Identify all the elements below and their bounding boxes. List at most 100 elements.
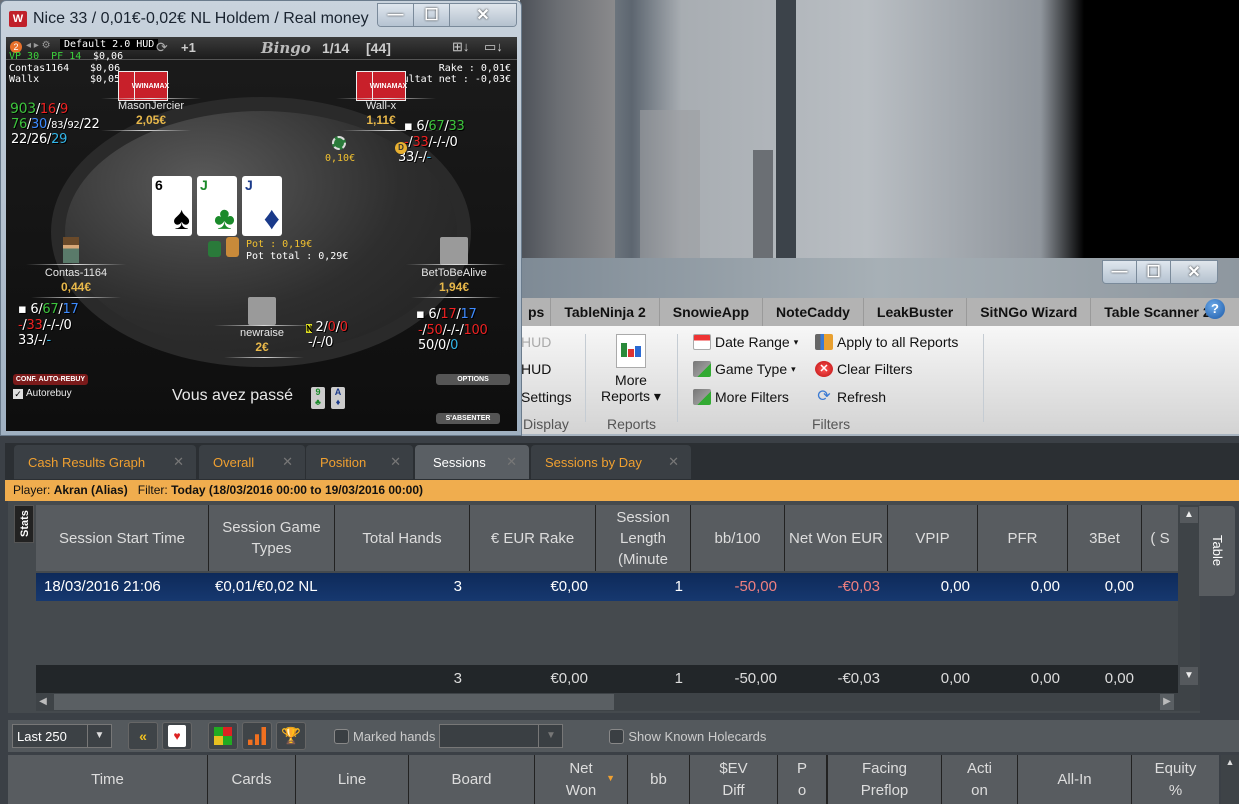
hud-stats[interactable]: 903/16/9 <box>10 101 68 117</box>
scroll-left-icon[interactable]: ◀ <box>36 694 50 710</box>
scroll-up-icon[interactable]: ▲ <box>1221 757 1239 767</box>
column-header[interactable]: Total Hands <box>335 505 470 571</box>
column-header[interactable]: PFR <box>978 505 1068 571</box>
hud-stats[interactable]: 33/-/- <box>18 333 51 348</box>
stats-side-tab[interactable]: Stats <box>14 505 34 543</box>
poker-close-button[interactable]: ✕ <box>450 4 516 26</box>
help-icon[interactable]: ? <box>1205 299 1225 319</box>
ribbon-settings-button[interactable]: Settings <box>521 389 572 405</box>
column-header[interactable]: bb <box>628 755 690 804</box>
scroll-down-icon[interactable]: ▼ <box>1180 667 1198 685</box>
column-header[interactable]: VPIP <box>888 505 978 571</box>
more-filters-button[interactable]: More Filters <box>693 389 789 405</box>
column-header-net-won[interactable]: Net Won ▼ <box>535 755 628 804</box>
hud-stats[interactable]: ▪ 6/67/33 <box>404 119 465 134</box>
stack-tables-icon[interactable]: ▭↓ <box>484 39 503 55</box>
hud-stats[interactable]: ▪ 6/67/17 <box>18 302 79 317</box>
rewind-button[interactable]: « <box>128 722 158 750</box>
vertical-scrollbar[interactable]: ▲ ▼ <box>1178 505 1200 711</box>
auto-rebuy-config-button[interactable]: CONF. AUTO-REBUY <box>13 374 88 385</box>
hud-stats[interactable]: ▪ 6/17/17 <box>416 307 477 322</box>
hands-vertical-scrollbar[interactable]: ▲ <box>1221 755 1239 804</box>
hand-range-select[interactable]: Last 250 ▼ <box>12 724 112 748</box>
hud-stats[interactable]: N 2/0/0 <box>306 320 348 335</box>
close-tab-icon[interactable]: ✕ <box>173 454 184 470</box>
tab-cash-results-graph[interactable]: Cash Results Graph ✕ <box>14 445 196 479</box>
menu-item-sitngo-wizard[interactable]: SitNGo Wizard <box>967 298 1092 326</box>
apply-to-all-reports-button[interactable]: Apply to all Reports <box>815 334 958 350</box>
date-range-button[interactable]: Date Range ▾ <box>693 334 798 350</box>
marked-hands-select[interactable]: ▼ <box>439 724 564 748</box>
tab-position[interactable]: Position ✕ <box>306 445 413 479</box>
column-header[interactable]: $EV Diff <box>690 755 778 804</box>
menu-item-snowieapp[interactable]: SnowieApp <box>660 298 764 326</box>
add-one-button[interactable]: +1 <box>181 40 196 55</box>
hud-stats[interactable]: -/-/0 <box>308 335 333 350</box>
column-header[interactable]: All-In <box>1018 755 1132 804</box>
hud-stats[interactable]: -/33/-/-/0 <box>404 135 458 150</box>
column-header[interactable]: Session Length (Minute <box>596 505 691 571</box>
tab-sessions-by-day[interactable]: Sessions by Day ✕ <box>531 445 691 479</box>
hud-stats[interactable]: 22/26/29 <box>11 132 67 147</box>
menu-item-table-scanner[interactable]: Table Scanner 2 <box>1091 298 1223 326</box>
marked-hands-checkbox[interactable] <box>334 728 349 744</box>
replay-hand-button[interactable]: ♥ <box>162 722 192 750</box>
column-header[interactable]: Facing Preflop <box>828 755 942 804</box>
chart-view-button[interactable] <box>242 722 272 750</box>
column-header[interactable]: bb/100 <box>691 505 785 571</box>
grid-view-button[interactable] <box>208 722 238 750</box>
column-header[interactable]: Equity % <box>1132 755 1219 804</box>
tab-sessions[interactable]: Sessions ✕ <box>415 445 529 479</box>
ribbon-hud-button-1[interactable]: HUD <box>521 334 551 350</box>
options-button[interactable]: OPTIONS <box>436 374 510 385</box>
menu-item-leakbuster[interactable]: LeakBuster <box>864 298 968 326</box>
autorebuy-checkbox[interactable]: ✓ Autorebuy <box>13 388 72 399</box>
horizontal-scrollbar[interactable]: ◀ ▶ <box>36 693 1178 711</box>
tracker-minimize-button[interactable]: — <box>1103 261 1137 283</box>
sit-out-button[interactable]: S'ABSENTER <box>436 413 500 424</box>
scroll-up-icon[interactable]: ▲ <box>1180 507 1198 523</box>
close-tab-icon[interactable]: ✕ <box>282 454 293 470</box>
column-header[interactable]: P o <box>778 755 828 804</box>
column-header[interactable]: 3Bet <box>1068 505 1142 571</box>
show-known-holecards-checkbox[interactable] <box>609 728 625 744</box>
column-header[interactable]: Session Game Types <box>209 505 335 571</box>
column-header[interactable]: Cards <box>208 755 296 804</box>
refresh-icon[interactable]: ⟳ <box>156 39 168 56</box>
poker-maximize-button[interactable]: ☐ <box>414 4 450 26</box>
tracker-close-button[interactable]: ✕ <box>1171 261 1217 283</box>
refresh-button[interactable]: ⟳ Refresh <box>815 389 886 406</box>
hud-profile-select[interactable]: Default 2.0 HUD <box>60 39 159 50</box>
column-header[interactable]: Line <box>296 755 409 804</box>
hud-stats[interactable]: -/50/-/-/100 <box>418 323 488 338</box>
column-header[interactable]: Time <box>8 755 208 804</box>
menu-item-notecaddy[interactable]: NoteCaddy <box>763 298 864 326</box>
hud-stats[interactable]: 76/30/83/92/22 <box>11 117 100 132</box>
table-side-tab[interactable]: Table <box>1199 506 1235 596</box>
table-row[interactable]: 18/03/2016 21:06 €0,01/€0,02 NL 3 €0,00 … <box>36 573 1178 601</box>
poker-minimize-button[interactable]: — <box>378 4 414 26</box>
scroll-right-icon[interactable]: ▶ <box>1160 694 1174 710</box>
menu-item-apps[interactable]: ps <box>520 298 552 326</box>
game-type-button[interactable]: Game Type ▾ <box>693 361 796 377</box>
trophy-button[interactable]: 🏆 <box>276 722 306 750</box>
ribbon-hud-button-2[interactable]: HUD <box>521 361 551 377</box>
hud-nav-arrows-icon[interactable]: ◂ ▸ ⚙ <box>26 40 51 51</box>
column-header[interactable]: Session Start Time <box>36 505 209 571</box>
hud-stats[interactable]: -/33/-/-/0 <box>18 318 72 333</box>
close-tab-icon[interactable]: ✕ <box>390 454 401 470</box>
column-header[interactable]: Board <box>409 755 535 804</box>
close-tab-icon[interactable]: ✕ <box>668 454 679 470</box>
column-header[interactable]: ( S <box>1142 505 1178 571</box>
horizontal-scroll-thumb[interactable] <box>54 694 614 710</box>
column-header[interactable]: € EUR Rake <box>470 505 596 571</box>
close-tab-icon[interactable]: ✕ <box>506 454 517 470</box>
column-header[interactable]: Acti on <box>942 755 1018 804</box>
column-header[interactable]: Net Won EUR <box>785 505 888 571</box>
tile-tables-icon[interactable]: ⊞↓ <box>452 39 469 55</box>
clear-filters-button[interactable]: ✕ Clear Filters <box>815 361 912 377</box>
tracker-maximize-button[interactable]: ☐ <box>1137 261 1171 283</box>
tab-overall[interactable]: Overall ✕ <box>199 445 305 479</box>
menu-item-tableninja[interactable]: TableNinja 2 <box>551 298 660 326</box>
more-reports-button[interactable]: More Reports ▾ <box>599 334 663 404</box>
